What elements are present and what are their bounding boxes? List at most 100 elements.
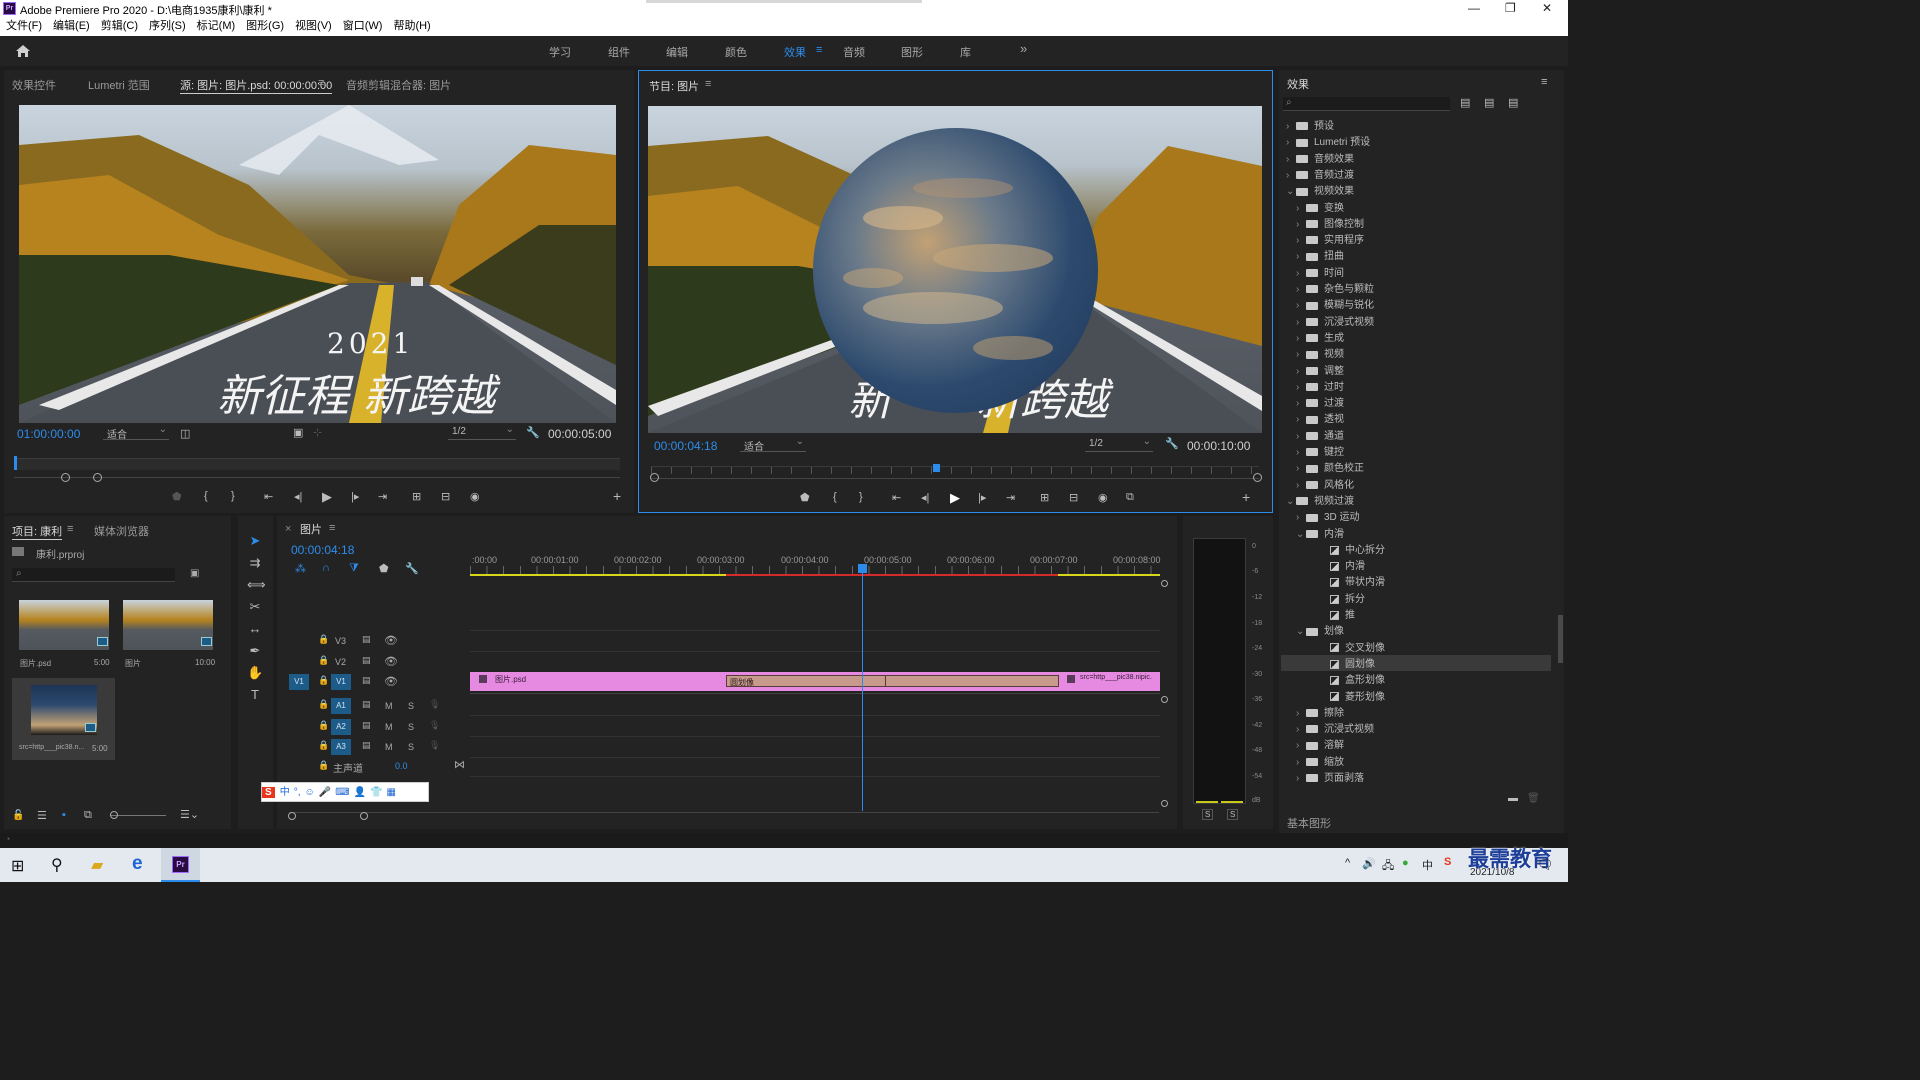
track-label[interactable]: A1 bbox=[331, 698, 351, 714]
program-playhead-timecode[interactable]: 00:00:04:18 bbox=[654, 439, 717, 453]
program-add-marker-icon[interactable]: ⬟ bbox=[800, 491, 810, 504]
taskbar-search-icon[interactable]: ⚲ bbox=[51, 855, 63, 875]
comparison-view-icon[interactable]: ⧉ bbox=[1126, 491, 1134, 504]
tab-timeline-sequence[interactable]: 图片 bbox=[300, 521, 322, 537]
effect-item[interactable]: 带状内滑 bbox=[1281, 573, 1551, 589]
chevron-right-icon[interactable]: › bbox=[1296, 366, 1306, 377]
chevron-right-icon[interactable]: › bbox=[1296, 382, 1306, 393]
insert-icon[interactable]: ▣ bbox=[293, 426, 303, 439]
chevron-down-icon[interactable]: ⌄ bbox=[1286, 496, 1296, 507]
source-resolution-select[interactable]: 1/2 bbox=[448, 424, 516, 440]
source-playhead-timecode[interactable]: 01:00:00:00 bbox=[17, 427, 80, 441]
delete-icon[interactable]: 🗑 bbox=[1527, 793, 1540, 804]
selection-tool-icon[interactable]: ➤ bbox=[247, 533, 263, 549]
edge-browser-icon[interactable]: e bbox=[132, 853, 143, 875]
workspace-effects[interactable]: 效果 bbox=[784, 44, 806, 60]
solo-button[interactable]: S bbox=[408, 722, 414, 732]
program-playhead[interactable] bbox=[933, 464, 940, 472]
program-wrench-icon[interactable]: 🔧 bbox=[1165, 437, 1179, 450]
ripple-edit-tool-icon[interactable]: ⟺ bbox=[247, 577, 266, 593]
program-export-frame-icon[interactable]: ◉ bbox=[1098, 491, 1108, 504]
zoom-slider-handle[interactable] bbox=[110, 811, 118, 819]
eye-icon[interactable]: 👁 bbox=[384, 634, 398, 647]
timeline-playhead-line[interactable] bbox=[862, 568, 863, 811]
network-icon[interactable]: 🖧 bbox=[1382, 857, 1394, 876]
tray-chevron-icon[interactable]: ^ bbox=[1345, 857, 1350, 869]
add-marker-icon[interactable]: ⬟ bbox=[172, 490, 182, 503]
chevron-down-icon[interactable]: ⌄ bbox=[1296, 626, 1306, 637]
track-label[interactable]: A2 bbox=[331, 719, 351, 735]
chevron-right-icon[interactable]: › bbox=[1286, 154, 1296, 165]
button-editor-icon[interactable]: + bbox=[613, 488, 621, 504]
workspace-libraries[interactable]: 库 bbox=[960, 44, 971, 60]
effect-folder[interactable]: › 时间 bbox=[1281, 264, 1551, 280]
effect-folder[interactable]: › 键控 bbox=[1281, 443, 1551, 459]
sync-lock-icon[interactable]: ▤ bbox=[362, 675, 371, 686]
menu-view[interactable]: 视图(V) bbox=[295, 18, 332, 35]
timeline-playhead-handle[interactable] bbox=[858, 564, 867, 573]
menu-graphics[interactable]: 图形(G) bbox=[246, 18, 284, 35]
sync-lock-icon[interactable]: ▤ bbox=[362, 740, 371, 751]
program-video-frame[interactable]: 新 新跨越 bbox=[648, 106, 1262, 433]
menu-help[interactable]: 帮助(H) bbox=[393, 18, 430, 35]
solo-button[interactable]: S bbox=[408, 742, 414, 752]
ime-emoji-button[interactable]: ☺ bbox=[305, 787, 315, 798]
step-forward-icon[interactable]: |▸ bbox=[351, 490, 359, 503]
chevron-right-icon[interactable]: › bbox=[1296, 300, 1306, 311]
freeform-view-icon[interactable]: ⧉ bbox=[84, 809, 92, 822]
chevron-right-icon[interactable]: › bbox=[1286, 137, 1296, 148]
sort-icon[interactable]: ☰⌄ bbox=[180, 808, 199, 821]
effect-item[interactable]: 内滑 bbox=[1281, 557, 1551, 573]
effect-folder[interactable]: › 通道 bbox=[1281, 427, 1551, 443]
effect-folder[interactable]: ⌄ 划像 bbox=[1281, 622, 1551, 638]
track-lock-icon[interactable]: 🔒 bbox=[318, 634, 329, 645]
source-fit-select[interactable]: 适合 bbox=[103, 424, 169, 441]
project-item-image[interactable]: src=http___pic38.n... 5:00 bbox=[12, 678, 115, 760]
ime-user-button[interactable]: 👤 bbox=[354, 787, 366, 798]
source-patch-v1[interactable]: V1 bbox=[289, 674, 309, 690]
eye-icon[interactable]: 👁 bbox=[384, 675, 398, 688]
close-timeline-icon[interactable]: × bbox=[285, 523, 291, 535]
effect-folder[interactable]: ⌄ 视频效果 bbox=[1281, 182, 1551, 198]
track-lock-icon[interactable]: 🔒 bbox=[318, 675, 329, 686]
snap-icon[interactable]: ∩ bbox=[322, 562, 330, 574]
tab-project[interactable]: 项目: 康利 bbox=[12, 523, 63, 540]
effect-folder[interactable]: › 过渡 bbox=[1281, 394, 1551, 410]
go-to-end-icon[interactable]: ⋈ bbox=[454, 758, 465, 771]
effect-folder[interactable]: › 杂色与颗粒 bbox=[1281, 280, 1551, 296]
program-zoom-scrollbar[interactable] bbox=[651, 478, 1259, 479]
source-video-frame[interactable]: 2021 新征程 新跨越 bbox=[19, 105, 616, 423]
chevron-right-icon[interactable]: › bbox=[1296, 757, 1306, 768]
yuv-effects-icon[interactable]: ▤ bbox=[1508, 96, 1518, 109]
mute-button[interactable]: M bbox=[385, 701, 393, 711]
program-step-fwd-icon[interactable]: |▸ bbox=[978, 491, 986, 504]
effect-item[interactable]: 交叉划像 bbox=[1281, 639, 1551, 655]
chevron-right-icon[interactable]: › bbox=[1296, 414, 1306, 425]
chevron-right-icon[interactable]: › bbox=[1296, 398, 1306, 409]
lock-icon[interactable]: 🔓 bbox=[12, 810, 24, 821]
effect-item[interactable]: 拆分 bbox=[1281, 590, 1551, 606]
program-play-icon[interactable]: ▶ bbox=[950, 490, 960, 506]
effect-folder[interactable]: › 模糊与锐化 bbox=[1281, 296, 1551, 312]
sync-lock-icon[interactable]: ▤ bbox=[362, 720, 371, 731]
effect-folder[interactable]: › 3D 运动 bbox=[1281, 508, 1551, 524]
meter-solo-left-button[interactable]: S bbox=[1202, 809, 1214, 820]
program-resolution-select[interactable]: 1/2 bbox=[1085, 436, 1153, 452]
sync-lock-icon[interactable]: ▤ bbox=[362, 634, 371, 645]
track-lock-icon[interactable]: 🔒 bbox=[318, 655, 329, 666]
play-icon[interactable]: ▶ bbox=[322, 489, 332, 505]
zoom-slider[interactable] bbox=[110, 815, 166, 816]
timeline-timecode[interactable]: 00:00:04:18 bbox=[291, 543, 354, 557]
ime-punct-button[interactable]: °, bbox=[294, 787, 301, 798]
chevron-right-icon[interactable]: › bbox=[1296, 333, 1306, 344]
linked-selection-icon[interactable]: ⧩ bbox=[349, 562, 359, 575]
effect-folder[interactable]: › 风格化 bbox=[1281, 476, 1551, 492]
master-volume-value[interactable]: 0.0 bbox=[395, 761, 408, 771]
menu-edit[interactable]: 编辑(E) bbox=[53, 18, 90, 35]
tab-effect-controls[interactable]: 效果控件 bbox=[12, 77, 56, 93]
tray-app-icon[interactable]: ● bbox=[1402, 857, 1409, 869]
workspace-assembly[interactable]: 组件 bbox=[608, 44, 630, 60]
chevron-right-icon[interactable]: › bbox=[1296, 463, 1306, 474]
chevron-right-icon[interactable]: › bbox=[1296, 349, 1306, 360]
minimize-button[interactable]: — bbox=[1468, 1, 1480, 15]
